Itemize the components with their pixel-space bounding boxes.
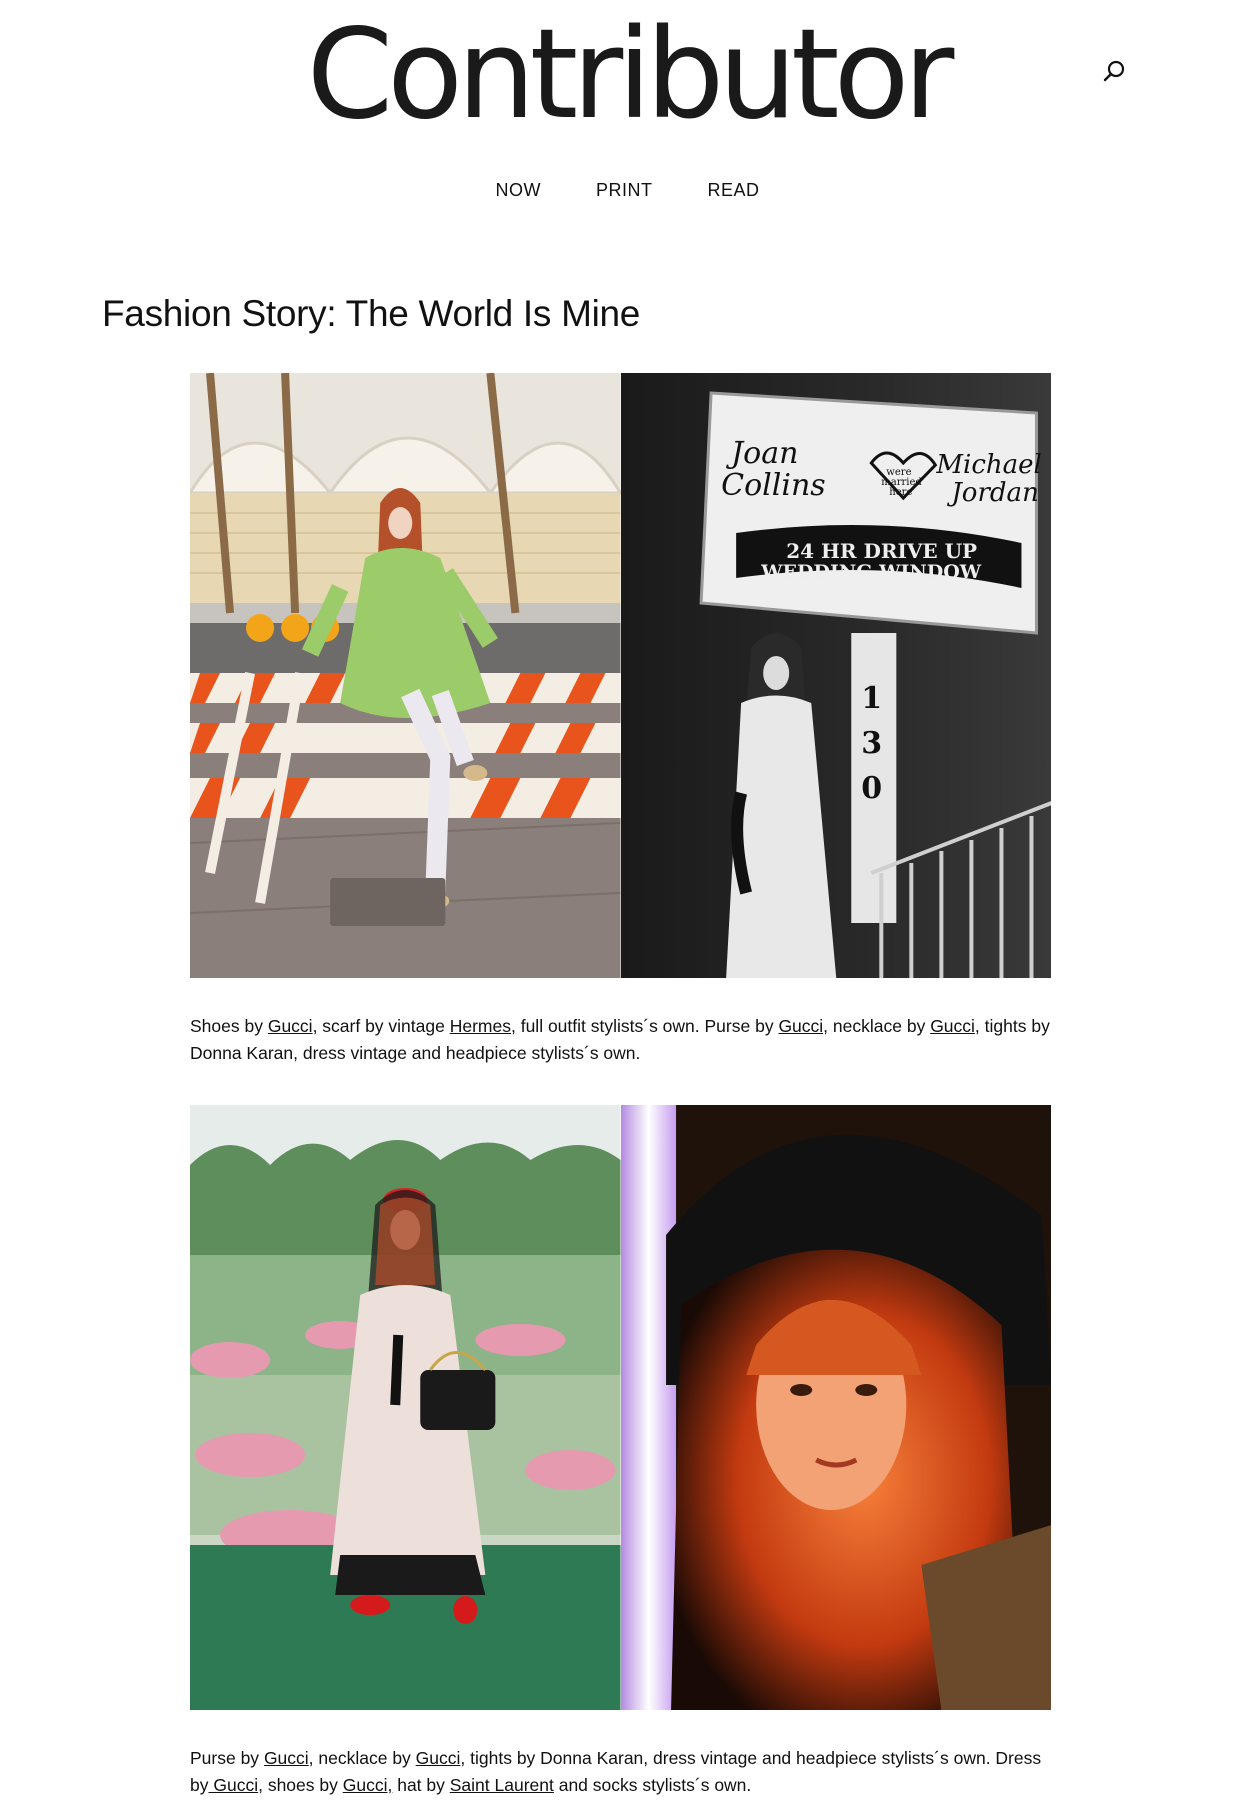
svg-text:3: 3 [861, 726, 882, 761]
site-logo[interactable]: Contributor [0, 10, 1255, 140]
photo-garden-backdrop [190, 1105, 621, 1710]
photo-row-2 [190, 1105, 1051, 1710]
caption-text: , scarf by vintage [312, 1016, 450, 1036]
svg-text:Michael: Michael [935, 450, 1042, 480]
brand-link[interactable]: Saint Laurent [450, 1775, 554, 1795]
svg-text:24 HR DRIVE UP: 24 HR DRIVE UP [786, 539, 977, 563]
caption-text: Purse by [190, 1748, 264, 1768]
photo-caption-2: Purse by Gucci, necklace by Gucci, tight… [190, 1745, 1060, 1799]
photo-barricade [190, 373, 621, 978]
svg-text:Jordan: Jordan [946, 478, 1038, 508]
caption-text: Shoes by [190, 1016, 268, 1036]
caption-text: , necklace by [308, 1748, 416, 1768]
nav-item-print[interactable]: PRINT [596, 176, 653, 205]
photo-wedding-sign: Joan Collins were married here Michael J… [620, 373, 1051, 978]
nav-item-now[interactable]: NOW [495, 176, 541, 205]
brand-link[interactable]: Gucci [416, 1748, 461, 1768]
brand-link[interactable]: Gucci, [343, 1775, 393, 1795]
photo-caption-1: Shoes by Gucci, scarf by vintage Hermes,… [190, 1013, 1060, 1067]
caption-text: , shoes by [258, 1775, 343, 1795]
svg-text:Joan: Joan [725, 436, 798, 471]
svg-text:1: 1 [861, 681, 882, 716]
brand-link[interactable]: Hermes [450, 1016, 511, 1036]
caption-text: , full outfit stylists´s own. Purse by [510, 1016, 779, 1036]
brand-link[interactable]: Gucci [268, 1016, 313, 1036]
nav-item-read[interactable]: READ [707, 176, 759, 205]
brand-link[interactable]: Gucci [264, 1748, 309, 1768]
svg-text:Collins: Collins [721, 468, 826, 503]
photo-neon-portrait [620, 1105, 1051, 1710]
caption-text: necklace by [828, 1016, 931, 1036]
caption-text: and socks stylists´s own. [553, 1775, 752, 1795]
page-title: Fashion Story: The World Is Mine [102, 293, 641, 334]
svg-text:here: here [889, 487, 912, 498]
photo-row-1: Joan Collins were married here Michael J… [190, 373, 1051, 978]
brand-link[interactable]: Gucci, [778, 1016, 828, 1036]
brand-link[interactable]: Gucci [930, 1016, 975, 1036]
caption-text: hat by [392, 1775, 450, 1795]
svg-text:WEDDING WINDOW: WEDDING WINDOW [760, 561, 982, 583]
main-nav: NOW PRINT READ [0, 176, 1255, 205]
search-button[interactable] [1102, 58, 1128, 84]
svg-text:0: 0 [861, 771, 882, 806]
search-icon [1103, 60, 1125, 82]
brand-link[interactable]: Gucci [208, 1775, 258, 1795]
